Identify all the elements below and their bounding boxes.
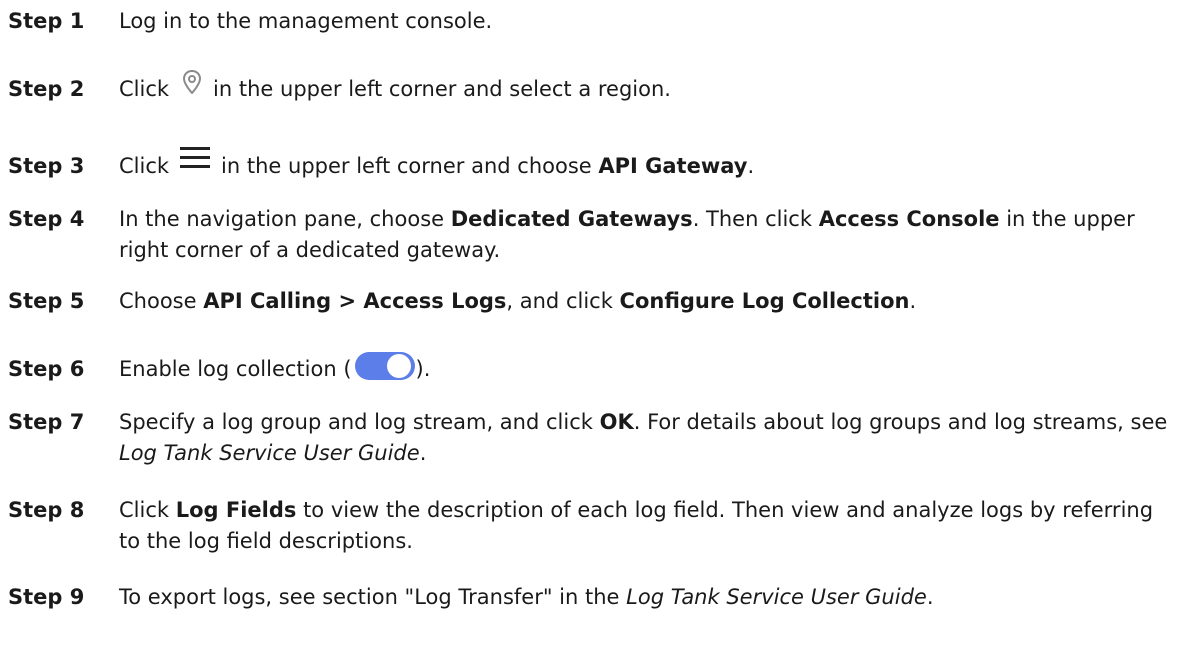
- step-text-segment: . Then click: [692, 207, 819, 231]
- italic-reference: Log Tank Service User Guide: [626, 585, 927, 609]
- step-text-segment: To export logs, see section "Log Transfe…: [119, 585, 627, 609]
- step-text-segment: . For details about log groups and log s…: [633, 410, 1168, 434]
- bold-term: Dedicated Gateways: [450, 207, 693, 231]
- step-number: Step 1: [8, 9, 85, 33]
- step-text-segment: Log in to the management console.: [119, 9, 493, 33]
- bold-term: API Gateway: [598, 154, 748, 178]
- step-number: Step 7: [8, 410, 85, 434]
- step-text-segment: Specify a log group and log stream, and …: [119, 410, 600, 434]
- hamburger-menu-icon: [179, 143, 211, 171]
- step-text-segment: in the upper left corner and choose: [221, 154, 599, 178]
- step-text: Log in to the management console.: [119, 6, 1178, 37]
- step-text-segment: Click: [119, 77, 170, 101]
- bold-term: Log Fields: [175, 498, 297, 522]
- step-5: Step 5 Choose API Calling > Access Logs, …: [8, 286, 1178, 317]
- step-number: Step 9: [8, 585, 85, 609]
- step-number: Step 6: [8, 357, 85, 381]
- bold-term: Configure Log Collection: [619, 289, 910, 313]
- step-text: Click in the upper left corner and select…: [119, 70, 1178, 105]
- step-3: Step 3 Click in the upper left corner and …: [8, 147, 1178, 182]
- step-text-segment: In the navigation pane, choose: [119, 207, 451, 231]
- bold-term: OK: [599, 410, 634, 434]
- step-6: Step 6 Enable log collection ().: [8, 352, 1178, 386]
- bold-term: Access Console: [818, 207, 1000, 231]
- step-text: In the navigation pane, choose Dedicated…: [119, 204, 1178, 266]
- step-7: Step 7 Specify a log group and log stream…: [8, 407, 1178, 469]
- step-text: Enable log collection ().: [119, 352, 1178, 386]
- step-text-segment: in the upper left corner and select a re…: [213, 77, 671, 101]
- step-text: Click in the upper left corner and choose…: [119, 147, 1178, 182]
- location-pin-icon: [177, 67, 207, 97]
- step-text: Specify a log group and log stream, and …: [119, 407, 1178, 469]
- bold-term: API Calling > Access Logs: [203, 289, 507, 313]
- step-text-segment: .: [909, 289, 917, 313]
- step-text-segment: .: [926, 585, 934, 609]
- step-text: To export logs, see section "Log Transfe…: [119, 582, 1178, 613]
- step-text-segment: Click: [119, 154, 170, 178]
- step-4: Step 4 In the navigation pane, choose Ded…: [8, 204, 1178, 266]
- step-text-segment: .: [419, 441, 427, 465]
- toggle-switch-on-icon: [354, 350, 416, 382]
- step-text-segment: Click: [119, 498, 176, 522]
- step-text-segment: ).: [415, 357, 431, 381]
- step-9: Step 9 To export logs, see section "Log T…: [8, 582, 1178, 613]
- step-number: Step 3: [8, 154, 85, 178]
- step-number: Step 4: [8, 207, 85, 231]
- step-text-segment: .: [747, 154, 755, 178]
- step-2: Step 2 Click in the upper left corner and …: [8, 70, 1178, 105]
- italic-reference: Log Tank Service User Guide: [119, 441, 420, 465]
- step-1: Step 1 Log in to the management console.: [8, 6, 1178, 37]
- step-text: Choose API Calling > Access Logs, and cl…: [119, 286, 1178, 317]
- step-8: Step 8 Click Log Fields to view the descr…: [8, 495, 1178, 557]
- step-number: Step 8: [8, 498, 85, 522]
- step-text: Click Log Fields to view the description…: [119, 495, 1178, 557]
- step-text-segment: , and click: [506, 289, 620, 313]
- step-text-segment: Enable log collection (: [119, 357, 352, 381]
- step-number: Step 2: [8, 77, 85, 101]
- step-number: Step 5: [8, 289, 85, 313]
- step-text-segment: Choose: [119, 289, 204, 313]
